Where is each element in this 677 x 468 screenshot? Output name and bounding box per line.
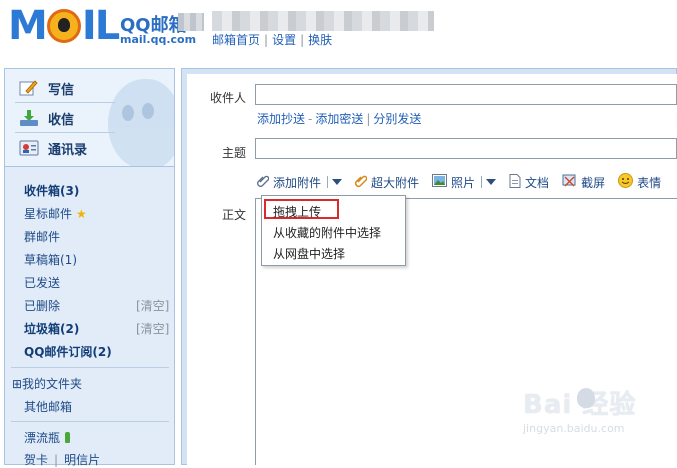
other-mailbox[interactable]: 其他邮箱	[24, 398, 72, 415]
contact-card-icon	[19, 139, 39, 157]
subject-label: 主题	[222, 146, 247, 160]
divider	[11, 421, 169, 422]
blurred-brand-icon	[178, 13, 204, 31]
add-cc-link[interactable]: 添加抄送	[257, 112, 305, 126]
folder-drafts[interactable]: 草稿箱(1)	[24, 251, 77, 268]
divider	[327, 176, 329, 188]
folder-group-mail[interactable]: 群邮件	[24, 228, 60, 245]
download-tray-icon	[19, 109, 39, 127]
paw-logo-icon	[577, 388, 595, 408]
sidebar: 写信 收信 通讯录 收件箱(3) 星标邮件 ★ 群邮件 草稿箱(1) 已发送 已删…	[4, 68, 175, 467]
menu-drag-upload[interactable]: 拖拽上传	[273, 203, 321, 220]
compose-toolbar: 添加附件 超大附件 照片 文档 截屏 表情	[257, 173, 674, 191]
screenshot-button[interactable]: 截屏	[562, 174, 605, 191]
attachment-dropdown-icon[interactable]	[332, 179, 343, 185]
smiley-icon	[618, 173, 634, 191]
divider	[15, 102, 115, 103]
receive-label: 收信	[48, 112, 75, 128]
document-icon	[509, 173, 521, 191]
attachment-menu: 拖拽上传 从收藏的附件中选择 从网盘中选择	[261, 195, 406, 266]
compose-label: 写信	[48, 82, 75, 98]
folder-sent[interactable]: 已发送	[24, 274, 60, 291]
link-change-skin[interactable]: 换肤	[308, 33, 332, 47]
paperclip-large-icon	[354, 174, 368, 191]
blurred-username	[212, 11, 434, 31]
folder-starred[interactable]: 星标邮件 ★	[24, 205, 87, 222]
recipient-options: 添加抄送 - 添加密送 | 分别发送	[257, 112, 422, 126]
add-attachment-label: 添加附件	[273, 175, 322, 190]
large-attachment-label: 超大附件	[371, 175, 420, 190]
to-input[interactable]	[255, 84, 677, 105]
link-mail-home[interactable]: 邮箱首页	[212, 33, 260, 47]
bottle-icon	[65, 432, 71, 443]
folder-starred-label: 星标邮件	[24, 207, 73, 221]
drift-bottle-label: 漂流瓶	[24, 431, 61, 445]
document-label: 文档	[525, 175, 550, 190]
contacts-button[interactable]: 通讯录	[19, 137, 87, 159]
divider	[481, 176, 483, 188]
menu-from-favorites[interactable]: 从收藏的附件中选择	[273, 224, 381, 241]
divider	[15, 132, 115, 133]
header: M IL QQ邮箱 mail.qq.com 邮箱首页 | 设置 | 换肤	[0, 0, 677, 62]
subject-input[interactable]	[255, 138, 677, 159]
top-links: 邮箱首页 | 设置 | 换肤	[212, 33, 333, 47]
baidu-jingyan-watermark: Bai 经验 jingyan.baidu.com	[523, 382, 673, 442]
document-button[interactable]: 文档	[509, 173, 550, 191]
folder-deleted[interactable]: 已删除	[24, 297, 60, 314]
qqmail-logo[interactable]: M IL	[8, 3, 120, 49]
drift-bottle[interactable]: 漂流瓶	[24, 429, 71, 446]
clear-deleted-button[interactable]: [清空]	[136, 297, 169, 314]
emoji-label: 表情	[637, 175, 662, 190]
logo-letters-tail: IL	[81, 3, 120, 49]
link-settings[interactable]: 设置	[272, 33, 296, 47]
star-icon: ★	[76, 207, 87, 221]
add-bcc-link[interactable]: 添加密送	[315, 112, 363, 126]
divider	[11, 367, 169, 368]
menu-from-netdisk[interactable]: 从网盘中选择	[273, 245, 345, 262]
screenshot-icon	[562, 174, 577, 191]
to-label: 收件人	[210, 91, 247, 105]
receive-button[interactable]: 收信	[19, 107, 74, 129]
emoji-button[interactable]: 表情	[618, 173, 661, 191]
screenshot-label: 截屏	[581, 175, 606, 190]
photo-dropdown-icon[interactable]	[486, 179, 497, 185]
add-attachment-button[interactable]: 添加附件	[257, 174, 343, 191]
large-attachment-button[interactable]: 超大附件	[354, 174, 420, 191]
sidebar-actions: 写信 收信 通讯录	[5, 69, 174, 167]
paperclip-icon	[257, 174, 270, 191]
send-separately-link[interactable]: 分别发送	[373, 112, 421, 126]
compose-button[interactable]: 写信	[19, 77, 74, 99]
brand-url: mail.qq.com	[120, 33, 197, 46]
folder-inbox[interactable]: 收件箱(3)	[24, 182, 79, 199]
watermark-url: jingyan.baidu.com	[523, 422, 625, 435]
photo-icon	[432, 174, 448, 190]
folder-junk[interactable]: 垃圾箱(2)	[24, 320, 79, 337]
photo-button[interactable]: 照片	[432, 174, 497, 191]
cards-row: 贺卡 | 明信片	[24, 453, 101, 467]
logo-letters: M	[8, 3, 48, 49]
body-label: 正文	[222, 208, 247, 222]
clear-junk-button[interactable]: [清空]	[136, 320, 169, 337]
contacts-label: 通讯录	[48, 142, 88, 158]
folder-subscriptions[interactable]: QQ邮件订阅(2)	[24, 343, 112, 360]
photo-label: 照片	[451, 175, 476, 190]
qq-penguin-watermark-icon	[108, 79, 174, 166]
penguin-logo-icon	[46, 9, 81, 43]
pencil-note-icon	[19, 79, 39, 97]
my-folders-toggle[interactable]: ⊞我的文件夹	[12, 375, 82, 392]
